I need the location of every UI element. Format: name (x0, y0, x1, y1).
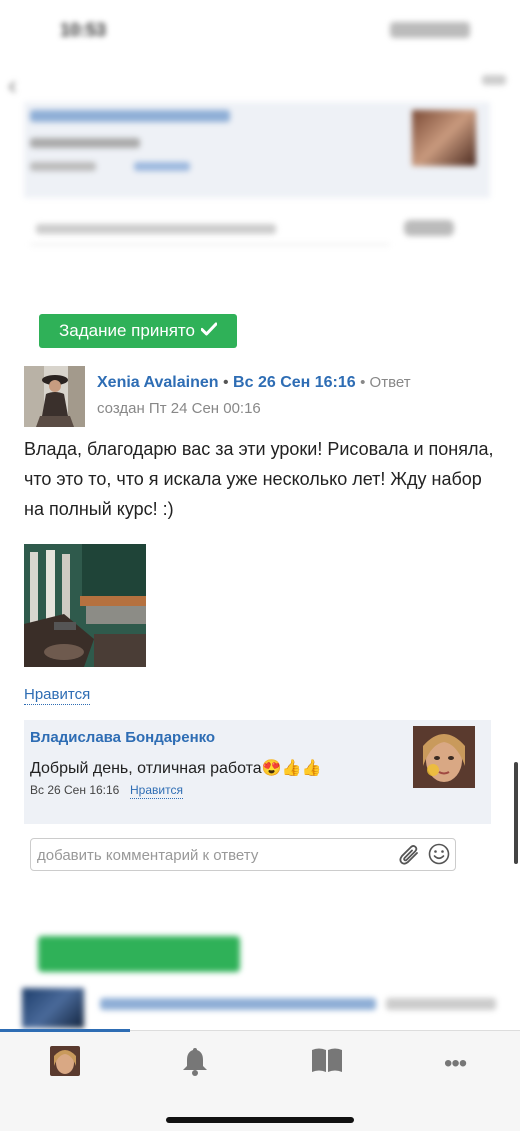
comment-author-avatar[interactable] (413, 726, 475, 788)
next-author-avatar[interactable] (22, 988, 84, 1028)
back-arrow-icon[interactable]: ‹ (8, 70, 17, 101)
emoji-icon[interactable] (428, 843, 450, 870)
previous-comment-date (30, 162, 96, 171)
tab-profile-avatar[interactable] (50, 1046, 80, 1076)
next-status-badge (38, 936, 240, 972)
comment-like-link[interactable]: Нравится (130, 783, 183, 799)
post-meta: Xenia Avalainen • Вс 26 Сен 16:16 • Отве… (97, 372, 507, 394)
comment-input-box (30, 838, 456, 872)
previous-comment-like[interactable] (134, 162, 190, 171)
meta-bullet: • (222, 374, 229, 391)
meta-answer-label: • Ответ (360, 374, 411, 391)
previous-comment-avatar (412, 110, 476, 166)
comment-date: Вс 26 Сен 16:16 (30, 783, 120, 797)
scrollbar[interactable] (514, 762, 518, 864)
active-tab-indicator (0, 1029, 130, 1032)
status-time: 10:53 (60, 20, 107, 40)
previous-comment-author (30, 110, 230, 122)
previous-input-placeholder (36, 224, 276, 234)
author-avatar[interactable] (24, 366, 85, 427)
next-meta-grey (386, 998, 496, 1010)
status-badge: Задание принято (39, 314, 237, 348)
status-icons (390, 22, 470, 38)
more-icon[interactable]: ••• (444, 1050, 467, 1078)
like-link[interactable]: Нравится (24, 686, 91, 705)
post-date-link[interactable]: Вс 26 Сен 16:16 (233, 374, 356, 391)
checkmark-icon (200, 321, 218, 341)
book-icon[interactable] (311, 1047, 343, 1078)
status-badge-label: Задание принято (59, 321, 195, 340)
comment-text: Добрый день, отличная работа😍👍👍 (30, 760, 322, 777)
home-indicator (166, 1117, 354, 1123)
post-body: Влада, благодарю вас за эти уроки! Рисов… (24, 439, 494, 519)
attachment-image[interactable] (24, 544, 146, 667)
top-more-icon[interactable] (482, 75, 506, 85)
comment-author[interactable]: Владислава Бондаренко (30, 729, 215, 746)
comment-input[interactable] (31, 839, 399, 872)
bell-icon[interactable] (181, 1046, 209, 1081)
previous-input-icons[interactable] (404, 220, 454, 236)
status-bar: 10:53 (0, 0, 520, 60)
next-author-meta[interactable] (100, 998, 376, 1010)
paperclip-icon[interactable] (398, 844, 422, 871)
previous-comment-text (30, 138, 140, 148)
post-created: создан Пт 24 Сен 00:16 (97, 400, 261, 417)
author-name[interactable]: Xenia Avalainen (97, 374, 219, 391)
